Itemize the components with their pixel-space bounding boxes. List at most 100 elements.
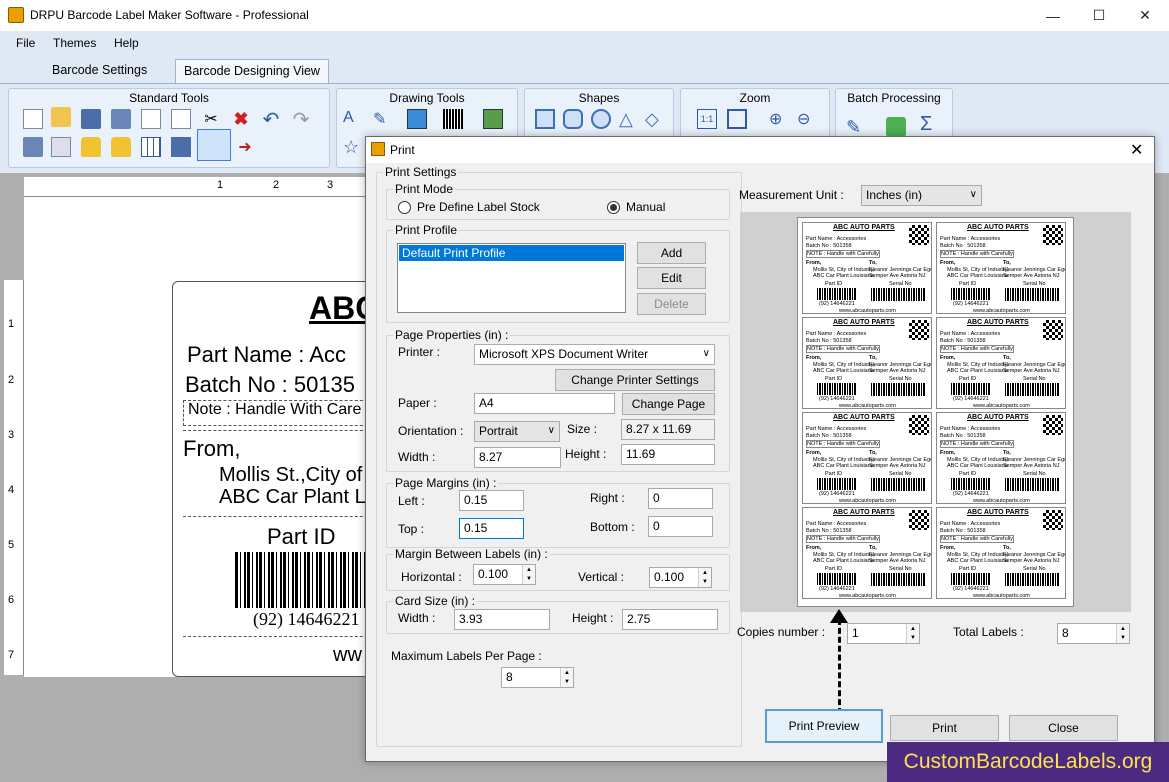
barcode-icon[interactable] xyxy=(443,109,463,129)
preview-note: NOTE : Handle with Carefully xyxy=(940,345,1014,353)
preview-company: ABC AUTO PARTS xyxy=(833,414,895,421)
label-note[interactable]: Note : Handle With Care xyxy=(183,400,383,426)
print-button[interactable]: Print xyxy=(890,715,999,741)
spinner-arrows-icon[interactable]: ▲ ▼ xyxy=(698,568,711,587)
tab-barcode-settings[interactable]: Barcode Settings xyxy=(44,59,155,83)
export-icon[interactable]: ➜ xyxy=(235,137,255,157)
unlock-icon[interactable] xyxy=(111,137,131,157)
fit-icon[interactable] xyxy=(727,109,747,129)
measurement-unit-select[interactable]: Inches (in) ∨ xyxy=(861,185,982,206)
grid-icon[interactable] xyxy=(141,137,161,157)
text-tool-icon[interactable]: A xyxy=(343,109,363,129)
card-width-field[interactable]: 3.93 xyxy=(454,609,550,630)
radio-predefine-label-stock[interactable] xyxy=(398,201,411,214)
drawing-tools-title: Drawing Tools xyxy=(389,91,465,105)
rounded-rectangle-icon[interactable] xyxy=(563,109,583,129)
zoom-out-icon[interactable]: ⊖ xyxy=(797,109,817,129)
label-address1[interactable]: Mollis St.,City of xyxy=(219,464,362,487)
printer-select[interactable]: Microsoft XPS Document Writer ∨ xyxy=(474,344,715,365)
menu-themes[interactable]: Themes xyxy=(53,36,96,50)
lock-icon[interactable] xyxy=(81,137,101,157)
add-profile-button[interactable]: Add xyxy=(637,242,706,264)
profile-list-item[interactable]: Default Print Profile xyxy=(399,245,624,261)
paste-icon[interactable] xyxy=(171,109,191,129)
width-field[interactable]: 8.27 xyxy=(474,447,561,468)
maximize-button[interactable]: ☐ xyxy=(1076,0,1122,31)
label-part-name[interactable]: Part Name : Acc xyxy=(187,342,346,368)
card-height-field[interactable]: 2.75 xyxy=(622,609,718,630)
group-icon[interactable] xyxy=(23,137,43,157)
height-field[interactable]: 11.69 xyxy=(621,444,715,465)
spinner-arrows-icon[interactable]: ▲ ▼ xyxy=(906,624,919,643)
triangle-icon[interactable]: △ xyxy=(619,109,639,129)
close-button[interactable]: Close xyxy=(1009,715,1118,741)
label-batch-no[interactable]: Batch No : 50135 xyxy=(185,372,355,398)
actual-size-icon[interactable]: 1:1 xyxy=(697,109,717,129)
save-as-icon[interactable] xyxy=(111,109,131,129)
spinner-arrows-icon[interactable]: ▲ ▼ xyxy=(560,668,573,687)
print-preview-button[interactable]: Print Preview xyxy=(765,709,883,743)
preview-batch-no: Batch No : 501358 xyxy=(940,528,986,534)
bottom-margin-field[interactable]: 0 xyxy=(648,516,713,537)
preview-batch-no: Batch No : 501358 xyxy=(806,528,852,534)
spinner-arrows-icon[interactable]: ▲ ▼ xyxy=(1116,624,1129,643)
radio-manual[interactable] xyxy=(607,201,620,214)
picture-icon[interactable] xyxy=(483,109,503,129)
edit-profile-button[interactable]: Edit xyxy=(637,267,706,289)
copy-icon[interactable] xyxy=(141,109,161,129)
image-icon[interactable] xyxy=(407,109,427,129)
cut-icon[interactable]: ✂ xyxy=(201,109,221,129)
redo-icon[interactable]: ↷ xyxy=(291,107,311,131)
label-address2[interactable]: ABC Car Plant L xyxy=(219,486,366,509)
delete-icon[interactable]: ✖ xyxy=(231,109,251,129)
minimize-button[interactable]: — xyxy=(1030,0,1076,31)
vertical-spinner[interactable]: 0.100 ▲ ▼ xyxy=(649,567,712,588)
ellipse-icon[interactable] xyxy=(591,109,611,129)
diamond-icon[interactable]: ◇ xyxy=(645,109,665,129)
tab-barcode-designing-view[interactable]: Barcode Designing View xyxy=(175,59,329,83)
series-icon[interactable] xyxy=(886,117,906,137)
menu-file[interactable]: File xyxy=(16,36,35,50)
label-from[interactable]: From, xyxy=(183,436,240,462)
pencil-icon[interactable]: ✎ xyxy=(373,109,393,129)
horizontal-spinner[interactable]: 0.100 ▲ ▼ xyxy=(473,564,536,585)
star-icon[interactable]: ☆ xyxy=(343,137,363,157)
zoom-in-icon[interactable]: ⊕ xyxy=(769,109,789,129)
copies-number-spinner[interactable]: 1 ▲ ▼ xyxy=(847,623,920,644)
total-labels-spinner[interactable]: 8 ▲ ▼ xyxy=(1057,623,1130,644)
menu-help[interactable]: Help xyxy=(114,36,139,50)
change-printer-settings-button[interactable]: Change Printer Settings xyxy=(555,369,715,391)
label-part-id[interactable]: Part ID xyxy=(267,524,335,550)
standard-tools-group: Standard Tools ✂ ✖ ↶ ↷ ➜ xyxy=(8,88,330,168)
label-barcode[interactable] xyxy=(235,552,375,608)
label-barcode-number[interactable]: (92) 14646221 xyxy=(253,609,360,630)
dialog-close-icon[interactable]: ✕ xyxy=(1130,140,1143,160)
preview-from-addr2: ABC Car Plant Louisiana xyxy=(813,273,874,279)
preview-qr-icon xyxy=(1043,225,1063,245)
label-website[interactable]: ww xyxy=(333,644,362,667)
label-card[interactable]: ABC Part Name : Acc Batch No : 50135 Not… xyxy=(172,281,384,677)
top-margin-field[interactable]: 0.15 xyxy=(459,518,524,539)
preview-part-id: Part ID xyxy=(825,471,843,477)
max-labels-spinner[interactable]: 8 ▲ ▼ xyxy=(501,667,574,688)
left-margin-field[interactable]: 0.15 xyxy=(459,490,524,511)
properties-icon[interactable] xyxy=(171,137,191,157)
profile-list[interactable]: Default Print Profile xyxy=(397,243,626,313)
formula-icon[interactable]: Σ xyxy=(920,113,940,135)
edit-list-icon[interactable]: ✎ xyxy=(846,117,866,137)
print-icon[interactable] xyxy=(197,129,231,161)
change-page-button[interactable]: Change Page xyxy=(622,393,715,415)
new-icon[interactable] xyxy=(23,109,43,129)
spinner-arrows-icon[interactable]: ▲ ▼ xyxy=(522,565,535,584)
right-margin-field[interactable]: 0 xyxy=(648,488,713,509)
close-window-button[interactable]: ✕ xyxy=(1122,0,1168,31)
paper-field[interactable]: A4 xyxy=(474,393,615,414)
save-icon[interactable] xyxy=(81,109,101,129)
preview-part-code: (92) 14646221 xyxy=(953,491,989,497)
orientation-select[interactable]: Portrait ∨ xyxy=(474,421,560,442)
rectangle-icon[interactable] xyxy=(535,109,555,129)
delete-profile-button[interactable]: Delete xyxy=(637,293,706,315)
ungroup-icon[interactable] xyxy=(51,137,71,157)
undo-icon[interactable]: ↶ xyxy=(261,107,281,131)
open-icon[interactable] xyxy=(51,107,71,127)
